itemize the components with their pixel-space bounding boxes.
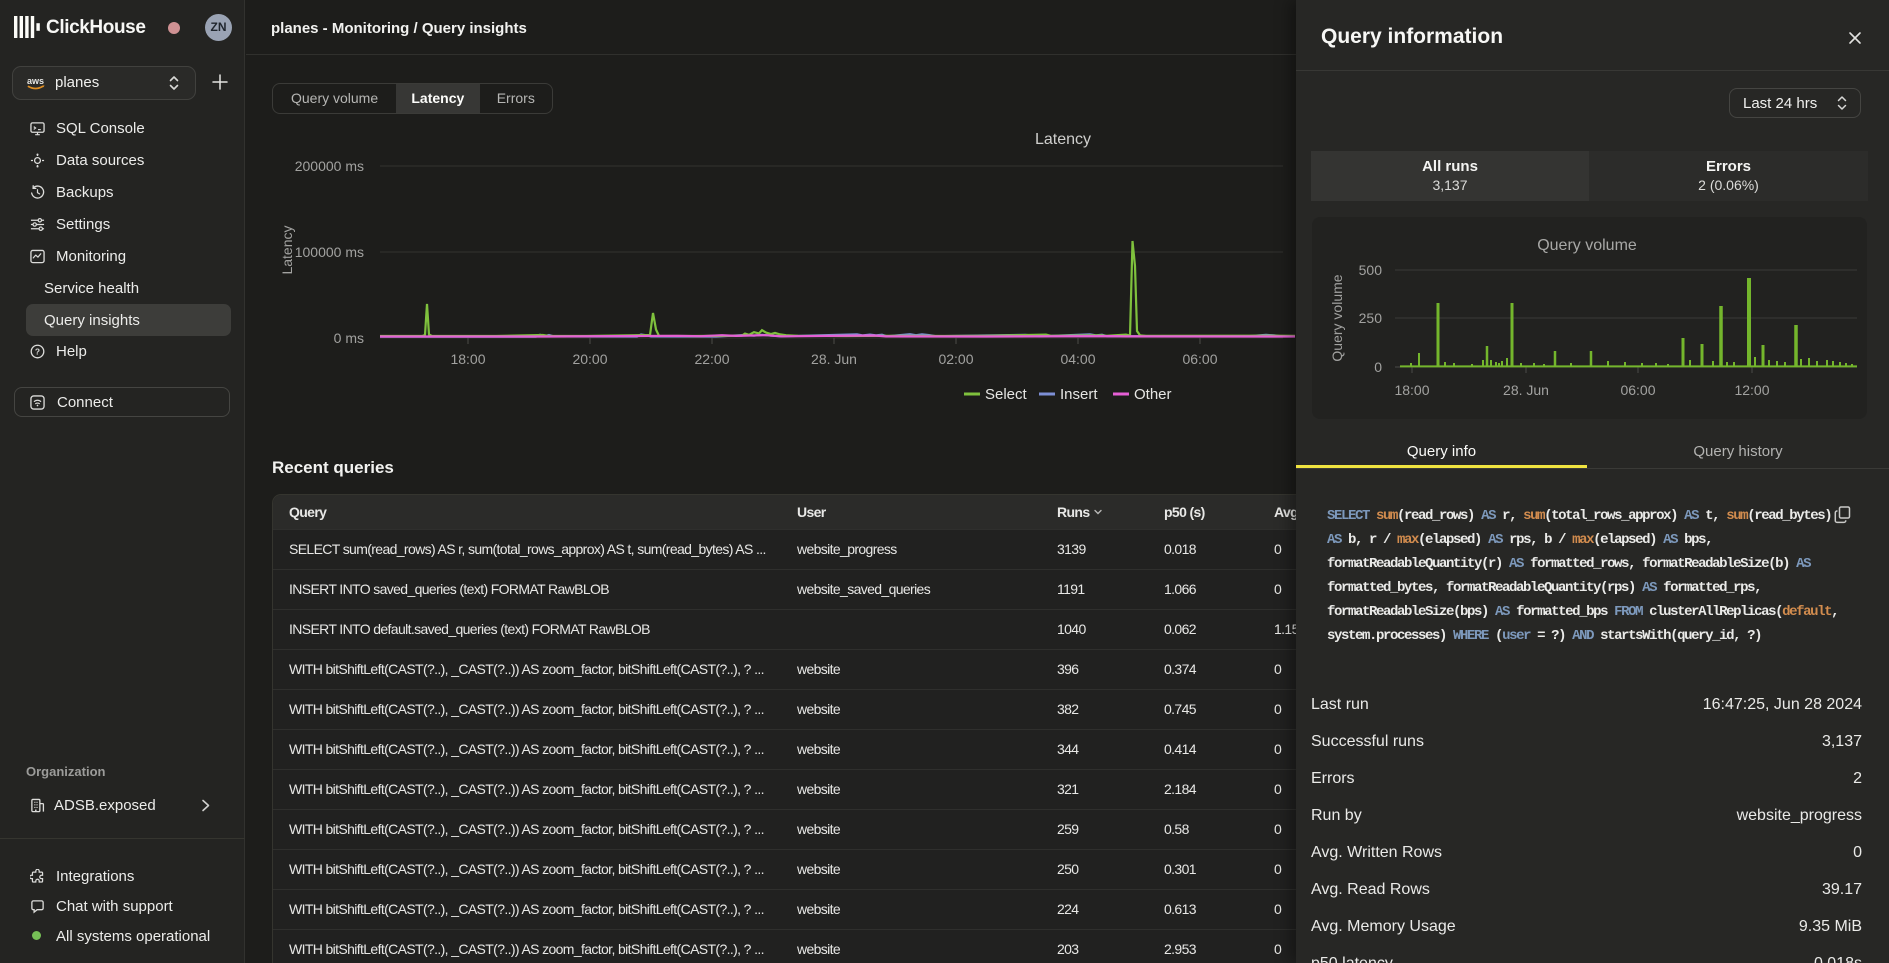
svg-text:06:00: 06:00 bbox=[1182, 351, 1217, 367]
svg-text:Query volume: Query volume bbox=[1537, 237, 1637, 254]
svg-text:Insert: Insert bbox=[1060, 386, 1098, 403]
svg-text:28. Jun: 28. Jun bbox=[811, 351, 857, 367]
svg-text:20:00: 20:00 bbox=[572, 351, 607, 367]
svg-text:02:00: 02:00 bbox=[938, 351, 973, 367]
svg-text:500: 500 bbox=[1359, 262, 1383, 278]
svg-text:Query volume: Query volume bbox=[1329, 274, 1345, 361]
svg-text:0 ms: 0 ms bbox=[334, 330, 364, 346]
svg-text:Latency: Latency bbox=[1035, 131, 1091, 148]
svg-text:?: ? bbox=[35, 347, 40, 357]
svg-text:0: 0 bbox=[1374, 359, 1382, 375]
svg-text:06:00: 06:00 bbox=[1620, 382, 1655, 398]
svg-text:Other: Other bbox=[1134, 386, 1172, 403]
svg-text:100000 ms: 100000 ms bbox=[295, 244, 364, 260]
svg-text:250: 250 bbox=[1359, 310, 1383, 326]
svg-text:Latency: Latency bbox=[279, 225, 295, 274]
svg-text:28. Jun: 28. Jun bbox=[1503, 382, 1549, 398]
svg-text:18:00: 18:00 bbox=[450, 351, 485, 367]
svg-text:12:00: 12:00 bbox=[1734, 382, 1769, 398]
svg-text:aws: aws bbox=[27, 76, 44, 86]
svg-text:18:00: 18:00 bbox=[1394, 382, 1429, 398]
svg-text:22:00: 22:00 bbox=[694, 351, 729, 367]
svg-text:Select: Select bbox=[985, 386, 1028, 403]
svg-text:200000 ms: 200000 ms bbox=[295, 158, 364, 174]
svg-text:04:00: 04:00 bbox=[1060, 351, 1095, 367]
